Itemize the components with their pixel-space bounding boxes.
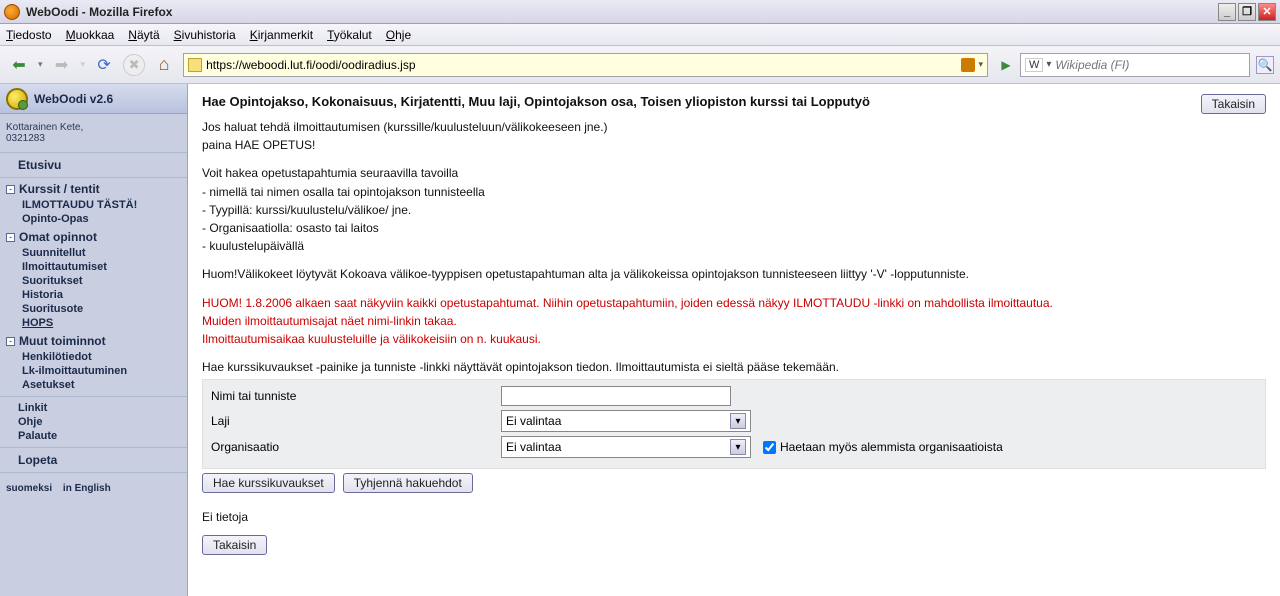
sidebar-links[interactable]: Linkit (0, 401, 187, 415)
ways-3: - Organisaatiolla: osasto tai laitos (202, 220, 1266, 236)
select-type[interactable]: Ei valintaa ▾ (501, 410, 751, 432)
user-id: 0321283 (6, 133, 181, 144)
sidebar-item-planned[interactable]: Suunnitellut (0, 246, 187, 260)
url-text[interactable]: https://weboodi.lut.fi/oodi/oodiradius.j… (206, 58, 957, 72)
search-input[interactable] (1055, 58, 1245, 72)
user-info: Kottarainen Kete, 0321283 (0, 114, 187, 153)
stop-button: ✖ (123, 54, 145, 76)
navigation-toolbar: ⬅ ▾ ➡ ▾ ⟳ ✖ ⌂ https://weboodi.lut.fi/ood… (0, 46, 1280, 84)
info-descriptions: Hae kurssikuvaukset -painike ja tunniste… (202, 359, 1266, 375)
collapse-icon[interactable]: - (6, 185, 15, 194)
lock-icon (188, 58, 202, 72)
search-box[interactable]: W ▾ (1020, 53, 1250, 77)
chevron-down-icon: ▾ (730, 439, 746, 455)
menubar: Tiedosto Muokkaa Näytä Sivuhistoria Kirj… (0, 24, 1280, 46)
back-button[interactable]: ⬅ (6, 52, 32, 78)
sidebar-item-personal[interactable]: Henkilötiedot (0, 350, 187, 364)
intro-line-2: paina HAE OPETUS! (202, 137, 1266, 153)
reload-button[interactable]: ⟳ (91, 52, 117, 78)
sidebar-item-hops[interactable]: HOPS (0, 316, 187, 330)
forward-button: ➡ (49, 52, 75, 78)
collapse-icon[interactable]: - (6, 337, 15, 346)
clear-button[interactable]: Tyhjennä hakuehdot (343, 473, 473, 493)
warning-line-3: Ilmoittautumisaikaa kuulusteluille ja vä… (202, 331, 1266, 347)
warning-line-1: HUOM! 1.8.2006 alkaen saat näkyviin kaik… (202, 295, 1266, 311)
note-valikoe: Huom!Välikokeet löytyvät Kokoava välikoe… (202, 266, 1266, 282)
select-type-value: Ei valintaa (506, 414, 561, 428)
search-descriptions-button[interactable]: Hae kurssikuvaukset (202, 473, 335, 493)
app-title: WebOodi v2.6 (34, 92, 113, 106)
checkbox-include-suborgs[interactable] (763, 441, 776, 454)
menu-bookmarks[interactable]: Kirjanmerkit (250, 28, 313, 42)
user-name: Kottarainen Kete, (6, 122, 181, 133)
menu-tools[interactable]: Työkalut (327, 28, 372, 42)
search-engine-dropdown-icon[interactable]: ▾ (1046, 59, 1051, 70)
menu-file[interactable]: Tiedosto (6, 28, 52, 42)
ways-2: - Tyypillä: kurssi/kuulustelu/välikoe/ j… (202, 202, 1266, 218)
menu-edit[interactable]: Muokkaa (66, 28, 115, 42)
sidebar-item-register[interactable]: ILMOTTAUDU TÄSTÄ! (0, 198, 187, 212)
window-minimize-button[interactable]: _ (1218, 3, 1236, 21)
sidebar-item-completed[interactable]: Suoritukset (0, 274, 187, 288)
sidebar-item-registrations[interactable]: Ilmoittautumiset (0, 260, 187, 274)
label-include-suborgs: Haetaan myös alemmista organisaatioista (780, 440, 1003, 454)
sidebar-item-history[interactable]: Historia (0, 288, 187, 302)
firefox-icon (4, 4, 20, 20)
window-close-button[interactable]: ✕ (1258, 3, 1276, 21)
label-type: Laji (211, 414, 501, 428)
sidebar-item-settings[interactable]: Asetukset (0, 378, 187, 392)
window-titlebar: WebOodi - Mozilla Firefox _ ❐ ✕ (0, 0, 1280, 24)
intro-line-1: Jos haluat tehdä ilmoittautumisen (kurss… (202, 119, 1266, 135)
sidebar-logout[interactable]: Lopeta (0, 452, 187, 468)
label-org: Organisaatio (211, 440, 501, 454)
label-name: Nimi tai tunniste (211, 389, 501, 403)
select-org-value: Ei valintaa (506, 440, 561, 454)
sidebar-item-study-guide[interactable]: Opinto-Opas (0, 212, 187, 226)
search-form: Nimi tai tunniste Laji Ei valintaa ▾ Org… (202, 379, 1266, 469)
ways-title: Voit hakea opetustapahtumia seuraavilla … (202, 165, 1266, 181)
url-bar[interactable]: https://weboodi.lut.fi/oodi/oodiradius.j… (183, 53, 988, 77)
ways-4: - kuulustelupäivällä (202, 238, 1266, 254)
chevron-down-icon: ▾ (730, 413, 746, 429)
sidebar-item-lk-reg[interactable]: Lk-ilmoittautuminen (0, 364, 187, 378)
sidebar-item-transcript[interactable]: Suoritusote (0, 302, 187, 316)
select-org[interactable]: Ei valintaa ▾ (501, 436, 751, 458)
url-dropdown-icon[interactable]: ▾ (978, 59, 983, 70)
go-button[interactable]: ▶ (998, 57, 1014, 73)
sidebar: WebOodi v2.6 Kottarainen Kete, 0321283 E… (0, 84, 188, 596)
window-maximize-button[interactable]: ❐ (1238, 3, 1256, 21)
main-content: Hae Opintojakso, Kokonaisuus, Kirjatentt… (188, 84, 1280, 596)
app-logo-icon (6, 88, 28, 110)
warning-line-2: Muiden ilmoittautumisajat näet nimi-link… (202, 313, 1266, 329)
page-title: Hae Opintojakso, Kokonaisuus, Kirjatentt… (202, 94, 870, 109)
sidebar-section-courses[interactable]: - Kurssit / tentit (0, 178, 187, 198)
menu-view[interactable]: Näytä (128, 28, 159, 42)
search-engine-badge: W (1025, 58, 1043, 72)
lang-fi[interactable]: suomeksi (6, 483, 52, 494)
sidebar-home[interactable]: Etusivu (0, 153, 187, 178)
lang-en[interactable]: in English (63, 483, 111, 494)
collapse-icon[interactable]: - (6, 233, 15, 242)
search-go-button[interactable]: 🔍 (1256, 56, 1274, 74)
back-button-bottom[interactable]: Takaisin (202, 535, 267, 555)
menu-history[interactable]: Sivuhistoria (174, 28, 236, 42)
sidebar-help[interactable]: Ohje (0, 415, 187, 429)
home-button[interactable]: ⌂ (151, 52, 177, 78)
rss-icon[interactable] (961, 58, 975, 72)
sidebar-section-own[interactable]: - Omat opinnot (0, 226, 187, 246)
language-switch: suomeksi in English (0, 477, 187, 500)
sidebar-section-other[interactable]: - Muut toiminnot (0, 330, 187, 350)
input-name[interactable] (501, 386, 731, 406)
app-banner: WebOodi v2.6 (0, 84, 187, 114)
no-data-text: Ei tietoja (202, 509, 1266, 525)
sidebar-feedback[interactable]: Palaute (0, 429, 187, 443)
window-title: WebOodi - Mozilla Firefox (26, 5, 172, 19)
back-button-top[interactable]: Takaisin (1201, 94, 1266, 114)
menu-help[interactable]: Ohje (386, 28, 411, 42)
ways-1: - nimellä tai nimen osalla tai opintojak… (202, 184, 1266, 200)
